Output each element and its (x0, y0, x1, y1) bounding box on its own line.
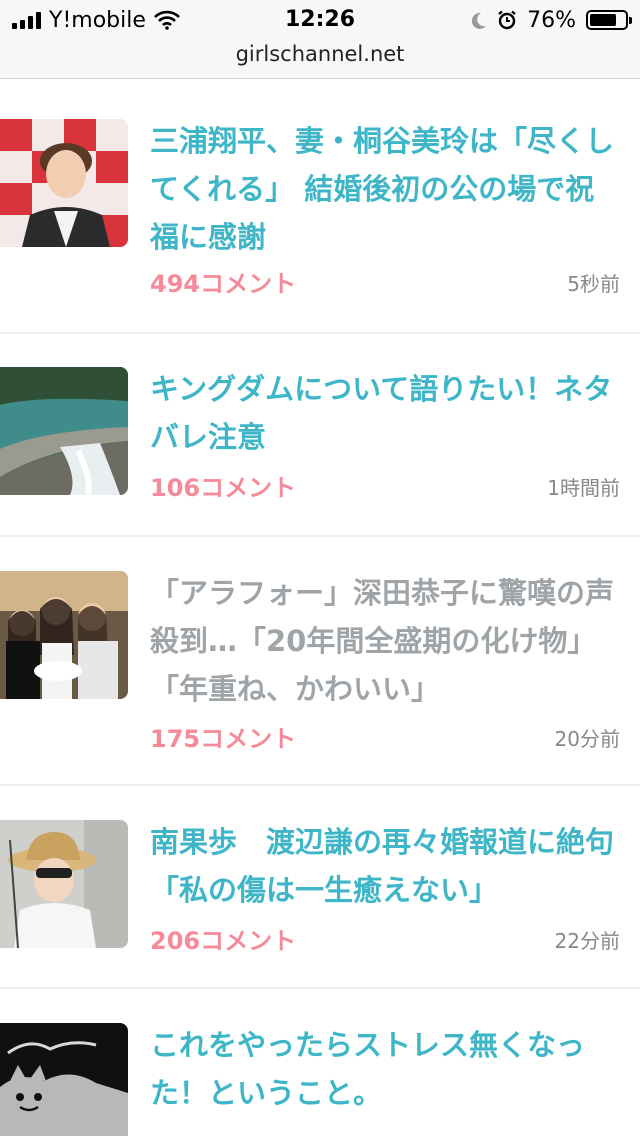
article-thumbnail[interactable] (0, 119, 128, 247)
battery-icon (586, 10, 632, 30)
article-thumbnail[interactable] (0, 820, 128, 948)
alarm-icon (497, 10, 517, 30)
article-title[interactable]: 南果歩 渡辺謙の再々婚報道に絶句「私の傷は一生癒えない」 (150, 818, 620, 914)
list-item[interactable]: キングダムについて語りたい！ネタバレ注意 106コメント 1時間前 (0, 335, 640, 535)
status-right: 76% (471, 6, 632, 34)
article-thumbnail[interactable] (0, 571, 128, 699)
article-title[interactable]: これをやったらストレス無くなった！ということ。 (150, 1021, 620, 1117)
address-bar[interactable]: girlschannel.net (0, 40, 640, 79)
post-time: 5秒前 (567, 272, 620, 296)
address-domain: girlschannel.net (235, 42, 405, 66)
comment-count: 175コメント (150, 725, 297, 753)
battery-percent: 76% (527, 7, 576, 33)
article-title[interactable]: 「アラフォー」深田恭子に驚嘆の声殺到…「20年間全盛期の化け物」「年重ね、かわい… (150, 569, 620, 713)
post-time: 22分前 (554, 929, 620, 953)
moon-icon (471, 11, 487, 29)
app-screen: Y!mobile 12:26 76% girlschannel.net 三浦翔平… (0, 0, 640, 1136)
comment-count: 106コメント (150, 474, 297, 502)
post-time: 1時間前 (547, 476, 620, 500)
list-item[interactable]: これをやったらストレス無くなった！ということ。 (0, 989, 640, 1136)
divider (0, 332, 640, 334)
status-bar: Y!mobile 12:26 76% (0, 0, 640, 40)
article-title[interactable]: キングダムについて語りたい！ネタバレ注意 (150, 365, 620, 461)
article-thumbnail[interactable] (0, 367, 128, 495)
post-time: 20分前 (554, 727, 620, 751)
article-list: 三浦翔平、妻・桐谷美玲は「尽くしてくれる」 結婚後初の公の場で祝福に感謝 494… (0, 79, 640, 1136)
list-item[interactable]: 三浦翔平、妻・桐谷美玲は「尽くしてくれる」 結婚後初の公の場で祝福に感謝 494… (0, 79, 640, 333)
list-item[interactable]: 「アラフォー」深田恭子に驚嘆の声殺到…「20年間全盛期の化け物」「年重ね、かわい… (0, 537, 640, 783)
list-item[interactable]: 南果歩 渡辺謙の再々婚報道に絶句「私の傷は一生癒えない」 206コメント 22分… (0, 786, 640, 986)
article-title[interactable]: 三浦翔平、妻・桐谷美玲は「尽くしてくれる」 結婚後初の公の場で祝福に感謝 (150, 117, 620, 261)
article-thumbnail[interactable] (0, 1023, 128, 1136)
comment-count: 206コメント (150, 927, 297, 955)
comment-count: 494コメント (150, 270, 297, 298)
